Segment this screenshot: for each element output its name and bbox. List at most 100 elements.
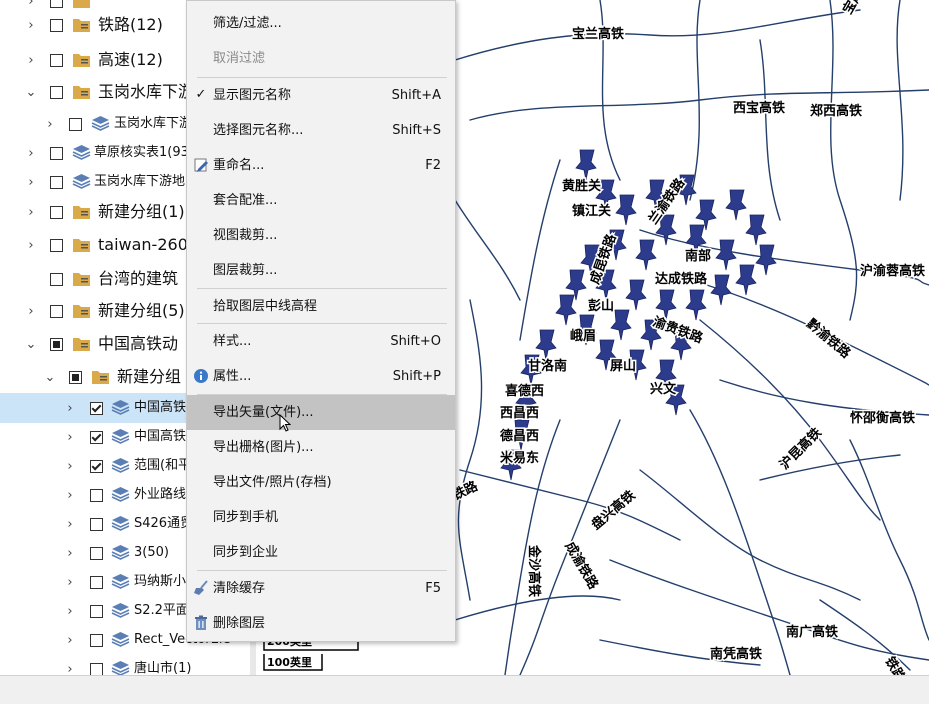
svg-text:南广高铁: 南广高铁 (786, 624, 838, 640)
chevron-right-icon[interactable]: › (63, 662, 77, 676)
trash-icon (195, 615, 207, 630)
folder-icon (73, 206, 90, 219)
menu-item-select-names[interactable]: 选择图元名称... Shift+S (187, 113, 455, 148)
folder-icon (73, 54, 90, 67)
layer-label: S2.2平面 (134, 603, 189, 618)
chevron-right-icon[interactable]: › (24, 238, 38, 253)
layer-checkbox[interactable] (50, 176, 63, 189)
layer-label: 草原核实表1(93 (94, 145, 189, 160)
folder-icon (73, 305, 90, 318)
layer-checkbox[interactable] (50, 54, 63, 67)
layers-icon (72, 145, 91, 160)
folder-icon (73, 86, 90, 99)
layer-checkbox[interactable] (50, 147, 63, 160)
chevron-right-icon[interactable]: › (24, 53, 38, 68)
layer-label: taiwan-260 (98, 235, 188, 254)
chevron-down-icon[interactable]: ⌄ (24, 85, 38, 100)
layers-icon (111, 603, 130, 618)
menu-item-export-vector[interactable]: 导出矢量(文件)... (187, 395, 455, 430)
chevron-down-icon[interactable]: ⌄ (43, 370, 57, 385)
layer-checkbox[interactable] (50, 19, 63, 32)
chevron-right-icon[interactable]: › (63, 459, 77, 474)
chevron-right-icon[interactable]: › (63, 575, 77, 590)
svg-text:郑西高铁: 郑西高铁 (810, 103, 862, 119)
menu-item-clear-cache[interactable]: 清除缓存 F5 (187, 571, 455, 606)
menu-item-pick-elevation[interactable]: 拾取图层中线高程 (187, 289, 455, 324)
layer-checkbox[interactable] (50, 239, 63, 252)
layer-checkbox[interactable] (50, 305, 63, 318)
status-bar (0, 675, 929, 704)
menu-item-filter[interactable]: 筛选/过滤... (187, 6, 455, 41)
layer-checkbox[interactable] (90, 431, 103, 444)
layer-label: 玉岗水库下游地 (94, 174, 186, 189)
folder-icon (73, 338, 90, 351)
layer-label: 新建分组(5) (98, 301, 185, 320)
menu-item-show-names[interactable]: ✓ 显示图元名称 Shift+A (187, 78, 455, 113)
chevron-right-icon[interactable]: › (63, 488, 77, 503)
chevron-right-icon[interactable]: › (24, 0, 38, 9)
svg-text:德昌西: 德昌西 (500, 428, 539, 444)
svg-text:兴文: 兴文 (650, 381, 677, 397)
chevron-down-icon[interactable]: ⌄ (24, 337, 38, 352)
layer-checkbox[interactable] (90, 576, 103, 589)
chevron-right-icon[interactable]: › (63, 546, 77, 561)
layer-checkbox[interactable] (69, 118, 82, 131)
chevron-right-icon[interactable]: › (63, 517, 77, 532)
menu-item-export-archive[interactable]: 导出文件/照片(存档) (187, 465, 455, 500)
layer-label: 3(50) (134, 545, 169, 560)
layer-checkbox[interactable] (69, 371, 82, 384)
menu-item-registration[interactable]: 套合配准... (187, 183, 455, 218)
layer-checkbox[interactable] (50, 86, 63, 99)
layer-checkbox[interactable] (90, 460, 103, 473)
menu-item-export-raster[interactable]: 导出栅格(图片)... (187, 430, 455, 465)
menu-item-style[interactable]: 样式... Shift+O (187, 324, 455, 359)
svg-text:峨眉: 峨眉 (570, 328, 596, 344)
layer-checkbox[interactable] (90, 402, 103, 415)
layer-checkbox[interactable] (50, 206, 63, 219)
layer-checkbox[interactable] (90, 489, 103, 502)
chevron-right-icon[interactable]: › (24, 146, 38, 161)
svg-text:怀邵衡高铁: 怀邵衡高铁 (850, 410, 915, 426)
pencil-icon (194, 158, 208, 172)
chevron-right-icon[interactable]: › (24, 205, 38, 220)
layer-checkbox[interactable] (50, 273, 63, 286)
svg-text:喜德西: 喜德西 (505, 383, 544, 399)
layer-checkbox[interactable] (90, 634, 103, 647)
layer-checkbox[interactable] (90, 547, 103, 560)
menu-item-delete-layer[interactable]: 删除图层 (187, 606, 455, 641)
layers-icon (111, 487, 130, 502)
menu-item-sync-phone[interactable]: 同步到手机 (187, 500, 455, 535)
layer-checkbox[interactable] (90, 663, 103, 675)
svg-text:金沙高铁: 金沙高铁 (526, 544, 542, 597)
chevron-right-icon[interactable]: › (24, 175, 38, 190)
layer-label: 中国高铁动 (98, 334, 179, 353)
broom-icon (194, 580, 208, 595)
layer-label: 高速(12) (98, 50, 163, 69)
menu-item-layer-clip[interactable]: 图层裁剪... (187, 253, 455, 288)
chevron-right-icon[interactable]: › (63, 401, 77, 416)
layer-checkbox[interactable] (50, 338, 63, 351)
menu-item-view-clip[interactable]: 视图裁剪... (187, 218, 455, 253)
chevron-right-icon[interactable]: › (63, 604, 77, 619)
layer-checkbox[interactable] (90, 518, 103, 531)
layer-checkbox[interactable] (90, 605, 103, 618)
layer-label: 台湾的建筑 (98, 269, 179, 288)
layer-label: 中国高铁 (134, 400, 187, 415)
chevron-right-icon[interactable]: › (63, 633, 77, 648)
layer-label: 范围(和平 (134, 458, 192, 473)
chevron-right-icon[interactable]: › (24, 304, 38, 319)
svg-text:宝兰高铁: 宝兰高铁 (572, 26, 624, 42)
menu-item-sync-enterprise[interactable]: 同步到企业 (187, 535, 455, 570)
layer-checkbox[interactable] (50, 0, 63, 8)
layers-icon (91, 116, 110, 131)
chevron-right-icon[interactable]: › (43, 117, 57, 132)
chevron-right-icon[interactable]: › (63, 430, 77, 445)
layer-row[interactable]: › 唐山市(1) (0, 654, 250, 675)
layers-icon (111, 516, 130, 531)
menu-item-rename[interactable]: 重命名... F2 (187, 148, 455, 183)
menu-item-cancel-filter[interactable]: 取消过滤 (187, 41, 455, 76)
menu-item-properties[interactable]: 属性... Shift+P (187, 359, 455, 394)
layer-label: 铁路(12) (98, 15, 163, 34)
chevron-right-icon[interactable]: › (24, 18, 38, 33)
layer-label: 外业路线 (134, 487, 187, 502)
